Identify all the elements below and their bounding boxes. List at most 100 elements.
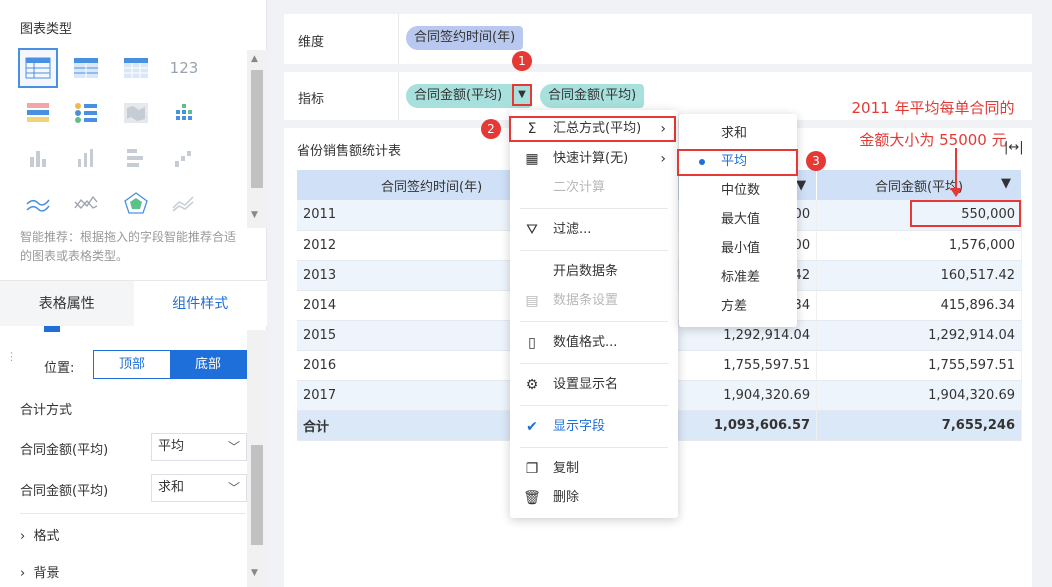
menu-item-label: 复制 (553, 461, 580, 476)
stacked-bar-icon[interactable] (116, 138, 156, 178)
map-icon[interactable] (116, 93, 156, 133)
scroll-up-icon[interactable]: ▲ (251, 54, 258, 64)
radar-chart-icon[interactable] (116, 183, 156, 223)
background-section[interactable]: › 背景 (20, 562, 59, 581)
menu-divider (520, 363, 668, 364)
grid-chart-icon[interactable] (164, 93, 204, 133)
menu-item-filter[interactable]: ⛛ 过滤... (510, 216, 678, 244)
chart-type-scrollbar[interactable]: ▲ ▼ (247, 50, 267, 228)
smart-recommend-hint: 智能推荐：根据拖入的字段智能推荐合适的图表或表格类型。 (20, 230, 237, 263)
copy-icon: ❐ (525, 461, 539, 477)
menu-item-quick-calc[interactable]: ▦ 快速计算(无) › (510, 145, 678, 173)
step-badge: 1 (512, 51, 532, 71)
menu-item-label: 删除 (553, 490, 580, 505)
waterfall-icon[interactable] (164, 138, 204, 178)
menu-item-label: 显示字段 (553, 419, 606, 434)
menu-item-databar-settings[interactable]: ▤ 数据条设置 (510, 287, 678, 315)
cell-value: 415,896.34 (816, 290, 1022, 321)
report-table-icon[interactable] (18, 93, 58, 133)
chevron-right-icon: › (660, 151, 666, 167)
sort-arrow-icon: ▼ (796, 177, 807, 193)
kpi-number-icon[interactable]: 123 (164, 48, 204, 88)
bar-chart-icon[interactable] (18, 138, 58, 178)
menu-item-enable-databar[interactable]: 开启数据条 (510, 258, 678, 286)
scroll-down-icon[interactable]: ▼ (251, 568, 258, 578)
menu-item-label: 过滤... (553, 222, 592, 237)
scroll-thumb[interactable] (251, 445, 263, 545)
property-tabs: 表格属性 组件样式 (0, 280, 267, 326)
tab-table-properties[interactable]: 表格属性 (0, 281, 134, 326)
highlight-cell-box (910, 200, 1021, 227)
sort-arrow-icon: ▼ (1001, 175, 1011, 191)
background-section-label: 背景 (33, 566, 60, 581)
column-chart-icon[interactable] (66, 138, 106, 178)
menu-divider (520, 321, 668, 322)
aggregation-submenu: 求和 平均 中位数 最大值 最小值 标准差 方差 (679, 114, 797, 327)
annotation-line: 金额大小为 55000 元 (859, 131, 1007, 149)
line-chart-icon[interactable] (66, 183, 106, 223)
format-section[interactable]: › 格式 (20, 525, 59, 544)
menu-divider (520, 208, 668, 209)
select-value: 求和 (158, 480, 185, 495)
metric-dropdown-button[interactable]: ▼ (512, 84, 532, 106)
tab-component-style[interactable]: 组件样式 (133, 281, 267, 326)
select-value: 平均 (158, 439, 185, 454)
metric-pill[interactable]: 合同金额(平均) (540, 84, 645, 108)
crosstab-icon[interactable] (66, 48, 106, 88)
scroll-down-icon[interactable]: ▼ (251, 210, 258, 220)
position-top-button[interactable]: 顶部 (94, 351, 170, 378)
scroll-thumb[interactable] (251, 70, 263, 188)
cell-value: 1,292,914.04 (816, 320, 1022, 351)
position-bottom-button[interactable]: 底部 (170, 351, 246, 378)
menu-item-delete[interactable]: 🗑 删除 (510, 484, 678, 512)
area-chart-icon[interactable] (18, 183, 58, 223)
step-badge: 2 (481, 119, 501, 139)
menu-item-show-field[interactable]: ✔ 显示字段 (510, 413, 678, 441)
field-context-menu: Σ 汇总方式(平均) › ▦ 快速计算(无) › 二次计算 ⛛ 过滤... 开启数据条 ▤… (510, 110, 678, 518)
metric-label: 指标 (298, 92, 325, 107)
total-method-select[interactable]: 平均 ﹀ (151, 433, 247, 461)
submenu-item-min[interactable]: 最小值 (679, 235, 797, 263)
chevron-down-icon: ﹀ (227, 440, 240, 454)
menu-item-label: 快速计算(无) (553, 151, 629, 166)
submenu-item-stddev[interactable]: 标准差 (679, 264, 797, 292)
chart-type-title: 图表类型 (20, 22, 73, 37)
checkbox-partial[interactable] (44, 326, 60, 332)
submenu-item-median[interactable]: 中位数 (679, 177, 797, 205)
highlight-menu-box (509, 116, 676, 142)
menu-item-copy[interactable]: ❐ 复制 (510, 455, 678, 483)
divider (20, 513, 246, 514)
multi-kpi-icon[interactable] (66, 93, 106, 133)
submenu-item-variance[interactable]: 方差 (679, 293, 797, 321)
menu-item-number-format[interactable]: ▯ 数值格式... (510, 329, 678, 357)
divider (398, 72, 399, 120)
submenu-item-sum[interactable]: 求和 (679, 120, 797, 148)
annotation-arrow (955, 148, 957, 192)
chevron-right-icon: › (20, 566, 34, 581)
menu-item-display-name[interactable]: ⚙ 设置显示名 (510, 371, 678, 399)
total-method-select[interactable]: 求和 ﹀ (151, 474, 247, 502)
dimension-row: 维度 合同签约时间(年) (284, 14, 1032, 64)
annotation-arrow-head (950, 188, 962, 197)
table-title: 省份销售额统计表 (297, 144, 402, 159)
divider (398, 14, 399, 64)
cell-value: 1,904,320.69 (816, 380, 1022, 411)
filter-icon: ⛛ (526, 222, 538, 238)
detail-table-icon[interactable] (116, 48, 156, 88)
dimension-pill[interactable]: 合同签约时间(年) (406, 26, 524, 50)
menu-item-label: 开启数据条 (553, 264, 619, 279)
trash-icon: 🗑 (523, 490, 541, 506)
number-format-icon: ▯ (528, 335, 536, 351)
menu-item-secondary-calc[interactable]: 二次计算 (510, 174, 678, 202)
chevron-right-icon: › (20, 529, 34, 544)
properties-scrollbar[interactable]: ▼ (247, 330, 267, 587)
scatter-chart-icon[interactable] (164, 183, 204, 223)
table-icon[interactable] (18, 48, 58, 88)
menu-item-label: 设置显示名 (553, 377, 619, 392)
cell-value: 1,576,000 (816, 230, 1022, 261)
drag-handle-icon[interactable]: ⋮ (6, 350, 17, 363)
header-metric-2[interactable]: 合同金额(平均) ▼ (816, 170, 1022, 200)
format-section-label: 格式 (33, 529, 60, 544)
submenu-item-max[interactable]: 最大值 (679, 206, 797, 234)
cell-value: 160,517.42 (816, 260, 1022, 291)
